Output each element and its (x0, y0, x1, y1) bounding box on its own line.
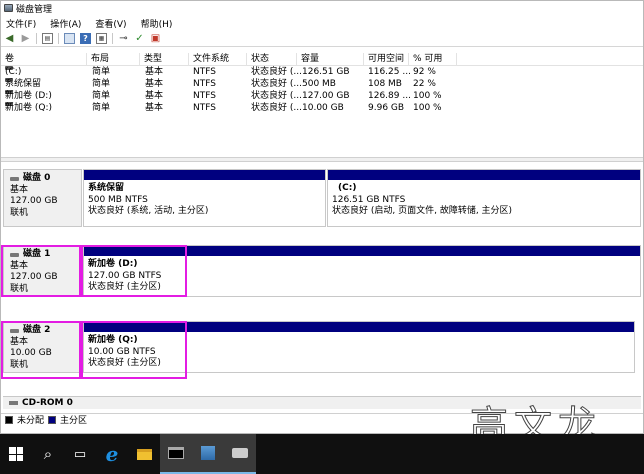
delete-icon[interactable]: ▣ (150, 33, 161, 44)
column-header-free-space[interactable]: 可用空间 (364, 53, 409, 66)
legend-unallocated-label: 未分配 (17, 416, 45, 426)
taskbar: ⌕ ▭ e (0, 434, 644, 474)
highlight-box-partition-d (81, 245, 187, 297)
help-icon[interactable]: ? (80, 33, 91, 44)
disk-0-label[interactable]: 磁盘 0 基本 127.00 GB 联机 (3, 169, 82, 227)
menu-file[interactable]: 文件(F) (6, 17, 36, 30)
connect-icon[interactable]: ⊸ (118, 33, 129, 44)
window-title: 磁盘管理 (16, 4, 53, 15)
console-tree-icon[interactable]: ▤ (42, 33, 53, 44)
forward-arrow-icon[interactable]: ▶ (20, 33, 31, 44)
legend-unallocated-swatch (5, 415, 13, 424)
toolbar: ◀ ▶ ▤ ? ▦ ⊸ ✓ ▣ (1, 31, 643, 47)
column-header-volume[interactable]: 卷 (1, 53, 87, 66)
menu-action[interactable]: 操作(A) (50, 17, 81, 30)
table-row[interactable]: 系统保留 简单 基本 NTFS 状态良好 (... 500 MB 108 MB … (1, 78, 643, 90)
title-bar: 磁盘管理 (1, 1, 643, 15)
legend-primary-swatch (48, 415, 57, 424)
primary-partition-bar (84, 170, 325, 180)
column-header-filesystem[interactable]: 文件系统 (189, 53, 247, 66)
partition-c[interactable]: (C:) 126.51 GB NTFS 状态良好 (启动, 页面文件, 故障转储… (327, 169, 641, 227)
highlight-box-partition-q (81, 321, 187, 379)
view-icon[interactable]: ▦ (96, 33, 107, 44)
file-explorer-icon[interactable] (128, 434, 160, 474)
column-header-percent-free[interactable]: % 可用 (409, 53, 457, 66)
pane-splitter[interactable] (1, 157, 643, 162)
disk-management-app-icon (4, 4, 13, 12)
properties-icon[interactable] (64, 33, 75, 44)
column-header-layout[interactable]: 布局 (87, 53, 140, 66)
menu-help[interactable]: 帮助(H) (141, 17, 173, 30)
server-manager-icon[interactable] (192, 434, 224, 474)
column-header-status[interactable]: 状态 (247, 53, 297, 66)
menu-view[interactable]: 查看(V) (95, 17, 126, 30)
column-header-type[interactable]: 类型 (140, 53, 189, 66)
legend-primary-label: 主分区 (60, 416, 88, 426)
disk-management-icon[interactable] (224, 434, 256, 474)
disk-management-window: 磁盘管理 文件(F) 操作(A) 查看(V) 帮助(H) ◀ ▶ ▤ ? ▦ ⊸… (0, 0, 644, 434)
toolbar-separator (112, 33, 113, 44)
check-icon[interactable]: ✓ (134, 33, 145, 44)
highlight-box-disk-1-label (1, 245, 81, 297)
back-arrow-icon[interactable]: ◀ (4, 33, 15, 44)
task-view-icon[interactable]: ▭ (64, 434, 96, 474)
primary-partition-bar (328, 170, 640, 180)
command-prompt-icon[interactable] (160, 434, 192, 474)
cdrom-icon (9, 401, 18, 405)
toolbar-separator (36, 33, 37, 44)
toolbar-separator (58, 33, 59, 44)
highlight-box-disk-2-label (1, 321, 81, 379)
volume-list-header: 卷 布局 类型 文件系统 状态 容量 可用空间 % 可用 (1, 53, 643, 66)
volume-list: 卷 布局 类型 文件系统 状态 容量 可用空间 % 可用 (C:) 简单 基本 … (1, 53, 643, 155)
table-row[interactable]: 新加卷 (Q:) 简单 基本 NTFS 状态良好 (... 10.00 GB 9… (1, 102, 643, 114)
menu-bar: 文件(F) 操作(A) 查看(V) 帮助(H) (1, 15, 643, 31)
column-header-capacity[interactable]: 容量 (297, 53, 364, 66)
internet-explorer-icon[interactable]: e (96, 434, 128, 474)
disk-0: 磁盘 0 基本 127.00 GB 联机 系统保留 500 MB NTFS 状态… (3, 169, 641, 227)
windows-start-icon[interactable] (0, 434, 32, 474)
search-icon[interactable]: ⌕ (32, 434, 64, 474)
partition-system-reserved[interactable]: 系统保留 500 MB NTFS 状态良好 (系统, 活动, 主分区) (83, 169, 326, 227)
table-row[interactable]: 新加卷 (D:) 简单 基本 NTFS 状态良好 (... 127.00 GB … (1, 90, 643, 102)
disk-graphical-view: 磁盘 0 基本 127.00 GB 联机 系统保留 500 MB NTFS 状态… (1, 163, 643, 419)
disk-icon (10, 176, 19, 181)
table-row[interactable]: (C:) 简单 基本 NTFS 状态良好 (... 126.51 GB 116.… (1, 66, 643, 78)
